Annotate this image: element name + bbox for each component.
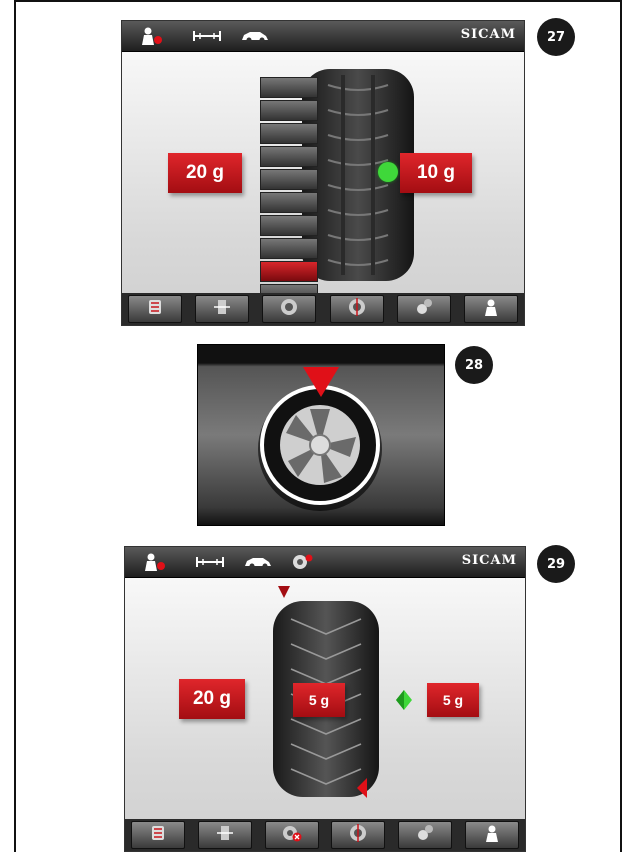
settings-icon xyxy=(416,824,434,847)
frame-right-border xyxy=(620,0,622,852)
user-icon xyxy=(483,824,501,847)
function-toolbar xyxy=(122,293,524,325)
program-item[interactable] xyxy=(260,77,318,98)
balanced-indicator-icon xyxy=(396,690,412,710)
program-item[interactable] xyxy=(260,123,318,144)
program-item[interactable] xyxy=(260,192,318,213)
figure-number-badge: 28 xyxy=(455,346,493,384)
car-icon xyxy=(243,553,273,571)
user-button[interactable] xyxy=(464,821,519,849)
wheel-cancel-icon xyxy=(282,824,302,847)
tire-select-icon xyxy=(149,824,167,847)
settings-icon xyxy=(415,298,433,321)
rim-width-icon xyxy=(213,298,231,321)
weight-position-marker-icon xyxy=(303,367,339,397)
program-item[interactable] xyxy=(260,100,318,121)
wheel-cancel-button[interactable] xyxy=(264,821,319,849)
center-weight-value: 5 g xyxy=(293,683,345,717)
function-toolbar xyxy=(125,819,525,851)
car-icon xyxy=(240,27,270,45)
wheel-position-icon xyxy=(348,297,366,321)
figure-number-badge: 27 xyxy=(537,18,575,56)
brand-logo: SICAM xyxy=(460,27,516,42)
settings-button[interactable] xyxy=(396,295,451,323)
wheel-position-detail xyxy=(197,344,445,526)
operator-icon xyxy=(143,553,167,571)
right-weight-value: 10 g xyxy=(400,153,472,193)
balancing-program-list xyxy=(260,77,318,325)
tire-select-button[interactable] xyxy=(131,821,185,849)
program-item[interactable] xyxy=(260,215,318,236)
wheel-position-icon xyxy=(349,823,367,847)
program-item[interactable] xyxy=(260,238,318,259)
rim-width-icon xyxy=(216,824,234,847)
bottom-weight-position-marker-icon xyxy=(357,778,367,798)
right-weight-value: 5 g xyxy=(427,683,479,717)
balancer-screen-27: SICAM 20 g 10 g xyxy=(121,20,525,326)
frame-left-border xyxy=(14,0,16,852)
wheel-position-button[interactable] xyxy=(329,295,384,323)
program-item-selected[interactable] xyxy=(260,261,318,282)
program-item[interactable] xyxy=(260,146,318,167)
balanced-indicator-icon xyxy=(378,162,398,182)
left-weight-value: 20 g xyxy=(179,679,245,719)
left-weight-value: 20 g xyxy=(168,153,242,193)
wheel-balance-program-icon xyxy=(291,553,315,571)
user-icon xyxy=(482,298,500,321)
program-item[interactable] xyxy=(260,169,318,190)
rim-width-button[interactable] xyxy=(197,821,252,849)
wheel-position-button[interactable] xyxy=(331,821,386,849)
wheel-button[interactable] xyxy=(262,295,317,323)
wheel-dimensions-icon xyxy=(192,27,222,45)
top-weight-position-marker-icon xyxy=(278,586,290,598)
tire-select-button[interactable] xyxy=(128,295,182,323)
wheel-dimensions-icon xyxy=(195,553,225,571)
balancer-screen-29: SICAM 20 g 5 g 5 g xyxy=(124,546,526,852)
figure-number-badge: 29 xyxy=(537,545,575,583)
rim-width-button[interactable] xyxy=(195,295,250,323)
operator-icon xyxy=(140,27,164,45)
settings-button[interactable] xyxy=(398,821,453,849)
user-button[interactable] xyxy=(463,295,518,323)
top-status-bar: SICAM xyxy=(122,21,524,52)
brand-logo: SICAM xyxy=(461,553,517,568)
wheel-icon xyxy=(280,298,298,321)
top-status-bar: SICAM xyxy=(125,547,525,578)
frame-top-border xyxy=(14,0,622,2)
tire-select-icon xyxy=(146,298,164,321)
